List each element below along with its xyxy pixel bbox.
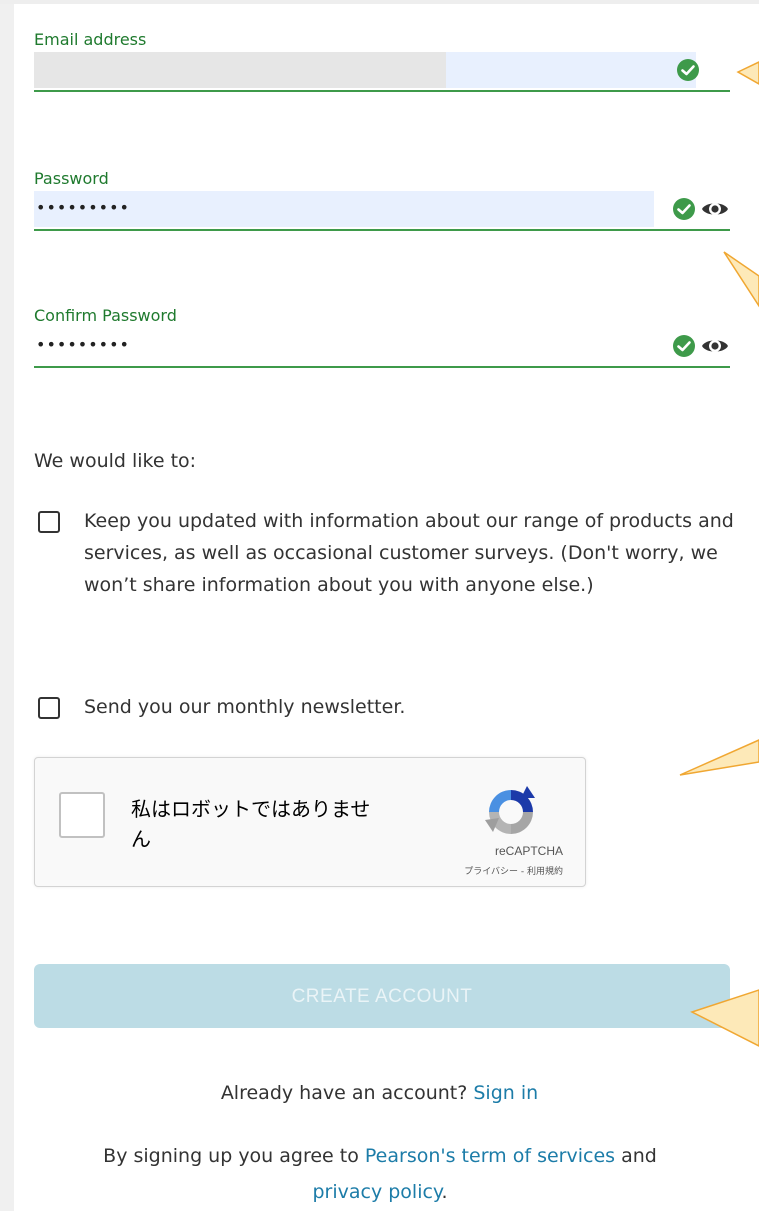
signin-prompt: Already have an account? Sign in (0, 1082, 759, 1104)
callout-pointer-email (736, 61, 759, 85)
recaptcha-brand: reCAPTCHA (494, 844, 563, 858)
marketing-opt-in-label: Keep you updated with information about … (84, 510, 734, 596)
terms-of-service-link[interactable]: Pearson's term of services (365, 1145, 615, 1167)
password-field-group: Password ••••••••• (34, 169, 730, 231)
email-field-group: Email address (34, 30, 730, 92)
terms-prefix-text: By signing up you agree to (103, 1145, 359, 1167)
check-circle-icon (673, 198, 695, 220)
password-value: ••••••••• (36, 198, 130, 217)
terms-suffix-text: . (441, 1181, 448, 1203)
confirm-password-input[interactable]: ••••••••• (34, 326, 730, 368)
password-label: Password (34, 169, 109, 188)
page-top-edge (0, 0, 759, 4)
password-input[interactable]: ••••••••• (34, 189, 730, 231)
marketing-opt-in: Keep you updated with information about … (34, 508, 734, 601)
recaptcha-widget: 私はロボットではありません reCAPTCHA プライバシー - 利用規約 (34, 757, 586, 887)
signin-prompt-text: Already have an account? (220, 1082, 468, 1104)
email-redacted-value (34, 52, 446, 88)
page-left-gutter (0, 0, 14, 1211)
preferences-intro: We would like to: (34, 450, 197, 472)
signin-link[interactable]: Sign in (473, 1082, 538, 1104)
create-account-button[interactable]: CREATE ACCOUNT (34, 964, 730, 1028)
privacy-policy-link[interactable]: privacy policy (312, 1181, 441, 1203)
newsletter-checkbox[interactable] (38, 697, 60, 719)
recaptcha-logo-icon (485, 786, 535, 834)
email-label: Email address (34, 30, 147, 49)
terms-and-text: and (621, 1145, 657, 1167)
terms-notice: By signing up you agree to Pearson's ter… (20, 1138, 740, 1210)
confirm-password-field-group: Confirm Password ••••••••• (34, 306, 730, 368)
check-circle-icon (673, 335, 695, 357)
eye-icon[interactable] (700, 334, 730, 358)
email-input[interactable] (34, 50, 730, 92)
recaptcha-label: 私はロボットではありません (131, 797, 371, 851)
confirm-password-value: ••••••••• (36, 335, 130, 354)
newsletter-opt-in: Send you our monthly newsletter. (34, 694, 734, 723)
recaptcha-privacy-terms-links[interactable]: プライバシー - 利用規約 (464, 864, 563, 877)
callout-pointer-captcha (679, 739, 759, 776)
check-circle-icon (677, 59, 699, 81)
callout-pointer-password (723, 251, 759, 308)
newsletter-opt-in-label: Send you our monthly newsletter. (84, 696, 406, 718)
confirm-password-label: Confirm Password (34, 306, 177, 325)
recaptcha-checkbox[interactable] (59, 792, 105, 838)
marketing-checkbox[interactable] (38, 511, 60, 533)
eye-icon[interactable] (700, 197, 730, 221)
